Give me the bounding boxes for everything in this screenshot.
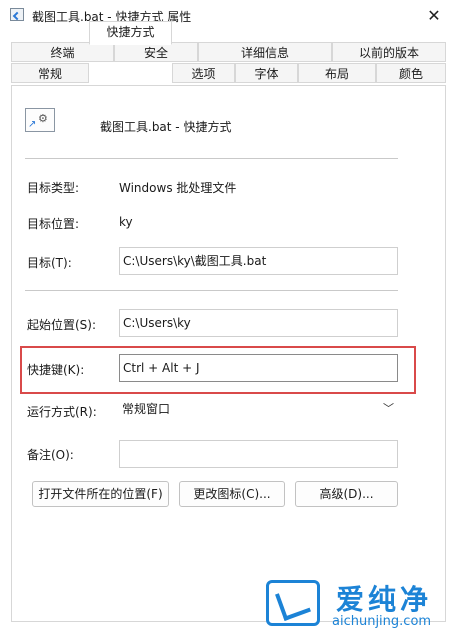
batch-file-icon: ⚙ ↗ [25,108,55,132]
target-label: 目标(T): [27,256,72,270]
tab-general[interactable]: 常规 [11,63,89,83]
tab-security[interactable]: 安全 [114,42,198,62]
chevron-down-icon: ﹀ [383,402,394,415]
watermark-logo-icon [266,580,320,626]
close-button[interactable]: ✕ [411,0,457,32]
run-label: 运行方式(R): [27,405,97,419]
start-in-label: 起始位置(S): [27,318,97,332]
tab-font[interactable]: 字体 [235,63,298,83]
change-icon-button[interactable]: 更改图标(C)... [179,481,285,507]
target-type-value: Windows 批处理文件 [119,181,237,195]
target-location-label: 目标位置: [27,217,80,231]
tab-shortcut[interactable]: 快捷方式 [89,21,172,45]
tab-options[interactable]: 选项 [172,63,235,83]
watermark: 爱纯净 aichunjing.com [262,576,457,634]
tab-colors[interactable]: 颜色 [376,63,446,83]
tab-previous-versions[interactable]: 以前的版本 [332,42,446,62]
shortcut-file-icon [10,8,24,21]
watermark-url: aichunjing.com [332,614,432,629]
target-type-label: 目标类型: [27,181,80,195]
tab-details[interactable]: 详细信息 [198,42,332,62]
open-file-location-button[interactable]: 打开文件所在的位置(F) [32,481,169,507]
advanced-button[interactable]: 高级(D)... [295,481,398,507]
shortcut-name: 截图工具.bat - 快捷方式 [100,120,232,134]
divider [25,290,398,291]
run-select-value: 常规窗口 [122,402,171,416]
target-field[interactable]: C:\Users\ky\截图工具.bat [119,247,398,275]
comment-field[interactable] [119,440,398,468]
divider [25,158,398,159]
watermark-brand: 爱纯净 [336,583,433,616]
tab-layout[interactable]: 布局 [298,63,376,83]
shortcut-arrow-icon: ↗ [28,119,37,130]
run-select[interactable]: 常规窗口 ﹀ [119,397,398,421]
gear-icon: ⚙ [38,112,48,125]
tab-terminal[interactable]: 终端 [11,42,114,62]
comment-label: 备注(O): [27,448,74,462]
target-location-value: ky [119,215,133,229]
start-in-field[interactable]: C:\Users\ky [119,309,398,337]
shortcut-key-field[interactable]: Ctrl + Alt + J [119,354,398,382]
title-bar: 截图工具.bat - 快捷方式 属性 ✕ [0,0,457,32]
shortcut-key-label: 快捷键(K): [27,363,85,377]
